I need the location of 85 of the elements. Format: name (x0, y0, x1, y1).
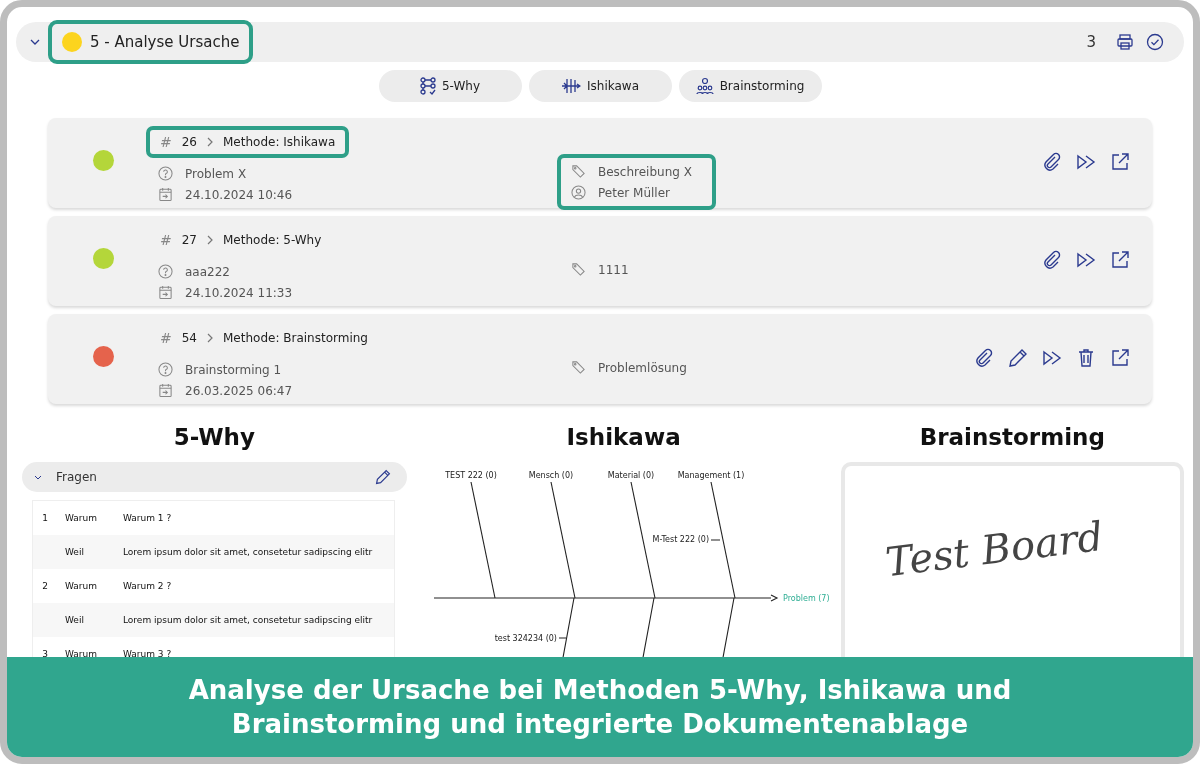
flow-icon (419, 77, 436, 95)
entry-card[interactable]: # 26 Methode: Ishikawa Problem X 24.10.2024 10:46 Beschreibung X Peter Müller (48, 118, 1152, 208)
entry-number: 26 (181, 135, 197, 149)
cause-label: Material (0) (607, 471, 654, 480)
chevron-right-icon (207, 235, 213, 245)
method-name: Methode: 5-Why (223, 233, 322, 247)
paperclip-icon[interactable] (974, 348, 994, 368)
date-text: 24.10.2024 11:33 (185, 285, 293, 300)
method-name: Methode: Brainstorming (223, 331, 368, 345)
tag-icon (571, 262, 586, 277)
fast-forward-icon[interactable] (1042, 348, 1062, 368)
method-button[interactable]: Brainstorming (678, 70, 822, 102)
table-cell-text: Weil (64, 615, 85, 625)
panel-title: Fragen (56, 470, 97, 484)
chevron-right-icon (207, 137, 213, 147)
tag-text: Problemlösung (598, 360, 687, 375)
user-icon (571, 185, 586, 200)
question-icon (158, 166, 173, 181)
caption-line: Brainstorming und integrierte Dokumentenablage (231, 708, 969, 741)
entry-number: 54 (181, 331, 197, 345)
hash-icon: # (160, 134, 172, 150)
problem-text: aaa222 (185, 264, 230, 279)
caption-line: Analyse der Ursache bei Methoden 5-Why, Ishikawa und (188, 674, 1012, 707)
trash-icon[interactable] (1076, 348, 1096, 368)
count: 3 (1086, 33, 1096, 51)
external-link-icon[interactable] (1110, 348, 1130, 368)
paperclip-icon[interactable] (1042, 250, 1062, 270)
chevron-icon[interactable] (30, 39, 40, 45)
handwritten-text: Test Board (882, 512, 1106, 586)
table-cell-text: 1 (41, 513, 49, 523)
paperclip-icon[interactable] (1042, 152, 1062, 172)
section-title: 5 - Analyse Ursache (90, 33, 240, 51)
cause-label: Management (1) (677, 471, 744, 480)
problem-text: Brainstorming 1 (185, 362, 282, 377)
calendar-icon (158, 187, 173, 202)
table-cell-text: Warum (64, 513, 98, 523)
table-cell-text: 3 (41, 649, 49, 657)
problem-label: Problem (7) (782, 594, 829, 603)
table-cell-text: Warum 2 ? (123, 581, 173, 591)
external-link-icon[interactable] (1110, 152, 1130, 172)
hash-icon: # (160, 232, 172, 248)
table-cell-text: Warum 1 ? (123, 513, 173, 523)
tag-text: 1111 (598, 262, 629, 277)
print-icon[interactable] (1116, 33, 1134, 51)
entry-card[interactable]: # 54 Methode: Brainstorming Brainstorming 1 26.03.2025 06:47 Problemlösung (48, 314, 1152, 404)
method-button[interactable]: 5-Why (378, 70, 522, 102)
hash-icon: # (160, 330, 172, 346)
chevron-icon[interactable] (34, 474, 42, 480)
date-text: 26.03.2025 06:47 (185, 383, 293, 398)
table-cell-text: Lorem ipsum dolor sit amet, consetetur sadipscing elitr (123, 615, 374, 625)
entry-number: 27 (181, 233, 197, 247)
cause-label: TEST 222 (0) (444, 471, 497, 480)
tag-text: Beschreibung X (598, 164, 692, 179)
question-icon (158, 264, 173, 279)
date-text: 24.10.2024 10:46 (185, 187, 293, 202)
cause-label: Mensch (0) (528, 471, 573, 480)
entry-card[interactable]: # 27 Methode: 5-Why aaa222 24.10.2024 11:33 1111 (48, 216, 1152, 306)
external-link-icon[interactable] (1110, 250, 1130, 270)
table-cell-text: Warum 3 ? (123, 649, 173, 657)
chevron-right-icon (207, 333, 213, 343)
tag-icon (571, 360, 586, 375)
table-cell-text: Warum (64, 649, 98, 657)
table-cell-text: Warum (64, 581, 98, 591)
fast-forward-icon[interactable] (1076, 152, 1096, 172)
sub-cause-label: test 324234 (0) (494, 634, 557, 643)
check-circle-icon[interactable] (1146, 33, 1164, 51)
calendar-icon (158, 285, 173, 300)
fast-forward-icon[interactable] (1076, 250, 1096, 270)
section-heading: Ishikawa (565, 423, 682, 452)
person-name: Peter Müller (598, 185, 670, 200)
pencil-icon[interactable] (1008, 348, 1028, 368)
fishbone-icon (561, 77, 581, 95)
section-heading: Brainstorming (918, 423, 1106, 452)
tag-icon (571, 164, 586, 179)
sub-cause-label: M-Test 222 (0) (652, 535, 709, 544)
question-icon (158, 362, 173, 377)
problem-text: Problem X (185, 166, 247, 181)
pencil-icon[interactable] (374, 469, 391, 485)
table-cell-text: Weil (64, 547, 85, 557)
method-button[interactable]: Ishikawa (528, 70, 672, 102)
section-heading: 5-Why (172, 423, 256, 452)
table-cell-text: Lorem ipsum dolor sit amet, consetetur sadipscing elitr (123, 547, 374, 557)
method-name: Methode: Ishikawa (223, 135, 336, 149)
calendar-icon (158, 383, 173, 398)
table-cell-text: 2 (41, 581, 49, 591)
